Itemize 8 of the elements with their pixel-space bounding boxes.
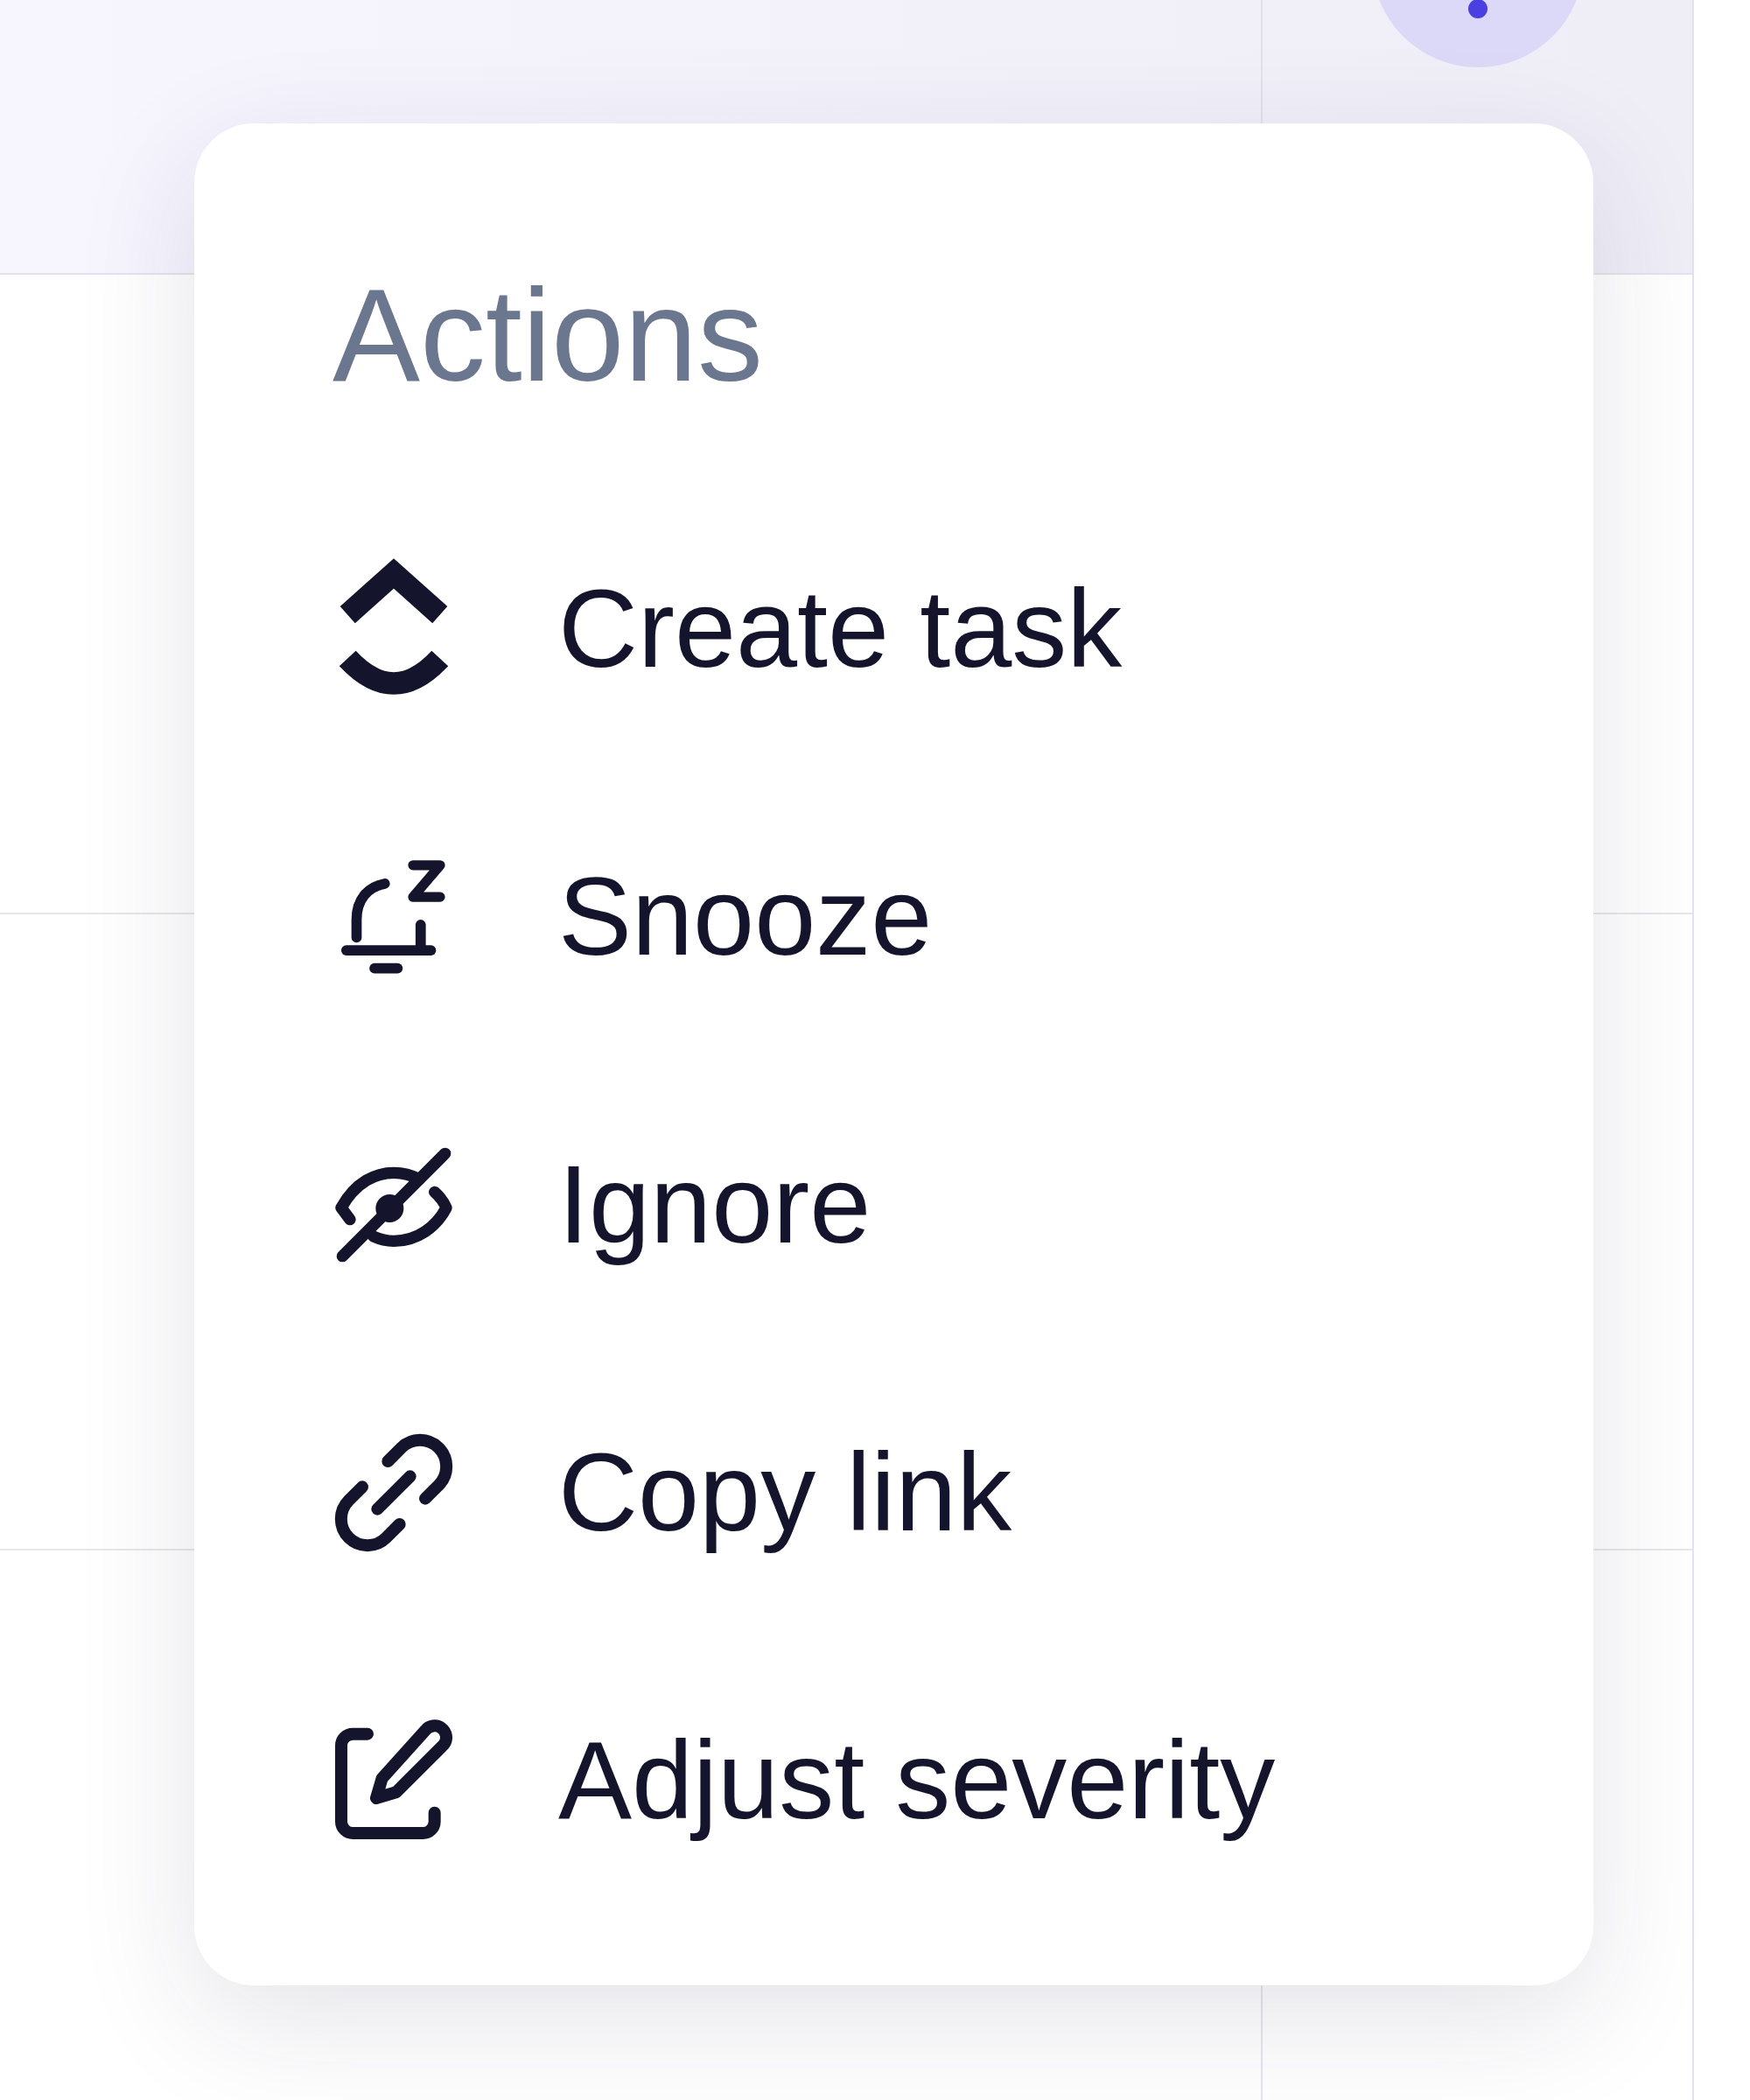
menu-heading: Actions (332, 261, 763, 410)
menu-item[interactable]: Copy link (332, 1421, 1012, 1564)
pen-square-icon (332, 1719, 455, 1842)
menu-item[interactable]: Snooze (332, 845, 933, 989)
menu-item[interactable]: Ignore (332, 1133, 872, 1277)
menu-item[interactable]: Create task (332, 557, 1123, 701)
link-icon (332, 1432, 455, 1554)
menu-item[interactable]: Adjust severity (332, 1709, 1276, 1852)
